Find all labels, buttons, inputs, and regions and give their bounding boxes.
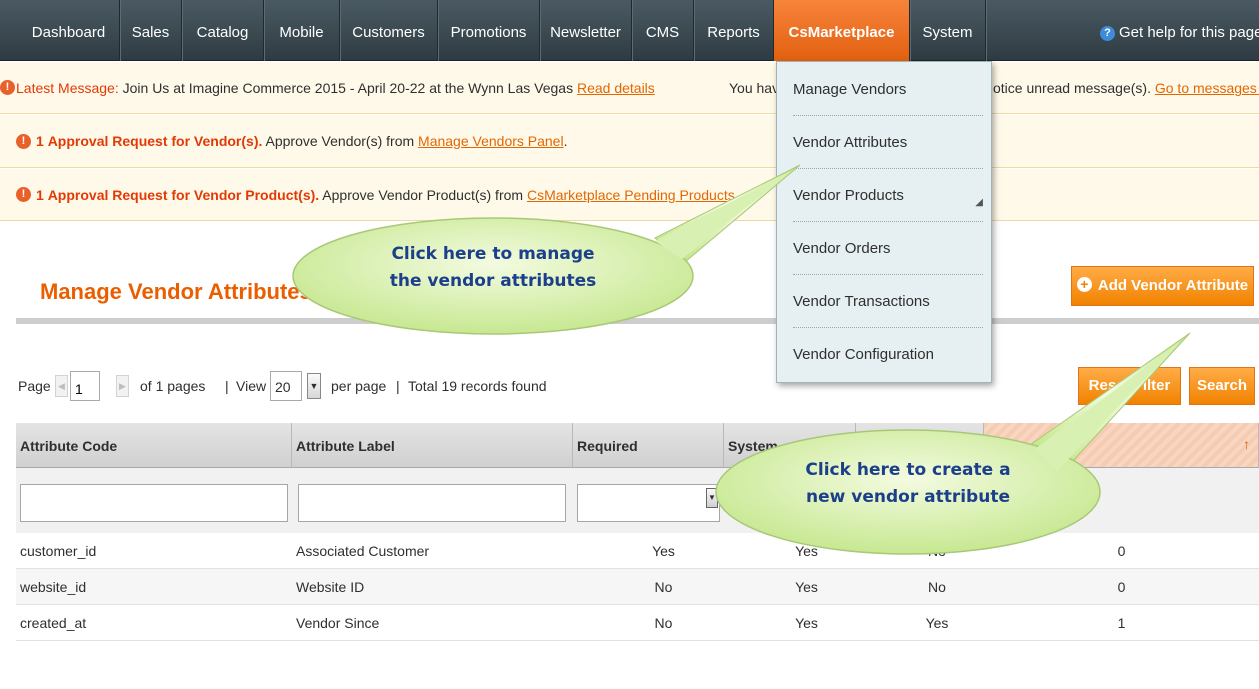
total-records-text: Total 19 records found [408,378,547,394]
notice-unread-text: otice unread message(s). [993,80,1151,96]
top-navigation: Dashboard Sales Catalog Mobile Customers… [0,0,1259,61]
menu-vendor-transactions[interactable]: Vendor Transactions [793,276,983,328]
reset-filter-button[interactable]: Reset Filter [1078,367,1181,405]
table-cell: created_at [20,615,87,631]
nav-sales[interactable]: Sales [120,0,182,61]
unread-notice-tail: otice unread message(s). Go to messages … [993,62,1259,113]
callout-manage-line-2: the vendor attributes [389,271,597,291]
nav-csmarketplace[interactable]: CsMarketplace [774,0,910,61]
callout-create-text: Click here to create a new vendor attrib… [758,457,1058,511]
nav-catalog[interactable]: Catalog [182,0,264,61]
table-cell: customer_id [20,543,97,559]
latest-message-label: Latest Message: [16,80,119,96]
nav-system[interactable]: System [910,0,986,61]
nav-promotions[interactable]: Promotions [438,0,540,61]
chevron-down-icon[interactable]: ▼ [307,373,321,399]
table-cell: 1 [1117,615,1126,631]
column-header-attribute-code[interactable]: Attribute Code [16,423,292,468]
table-cell: Vendor Since [296,615,380,631]
help-icon: ? [1100,26,1115,41]
add-vendor-attribute-button[interactable]: + Add Vendor Attribute [1071,266,1254,306]
callout-create-line-1: Click here to create a [805,460,1011,480]
read-details-link[interactable]: Read details [577,80,655,96]
submenu-arrow-icon: ◢ [975,197,983,208]
nav-mobile[interactable]: Mobile [264,0,340,61]
menu-manage-vendors[interactable]: Manage Vendors [793,64,983,116]
vendor-approval-bar: ! 1 Approval Request for Vendor(s). Appr… [0,115,1259,168]
help-link[interactable]: ? Get help for this page [1100,0,1259,61]
sort-arrow-icon: ↑ [1243,436,1250,452]
page-title: Manage Vendor Attributes [40,279,312,304]
product-approval-bar: ! 1 Approval Request for Vendor Product(… [0,169,1259,221]
product-approval-text: Approve Vendor Product(s) from [322,187,524,203]
nav-newsletter[interactable]: Newsletter [540,0,632,61]
column-header-required[interactable]: Required [573,423,724,468]
header-divider [16,318,1259,324]
filter-row: ▼ [16,468,1259,533]
menu-vendor-configuration[interactable]: Vendor Configuration [793,329,983,381]
add-vendor-attribute-label: Add Vendor Attribute [1097,277,1249,294]
per-page-label: per page [331,378,387,394]
latest-message-text: Join Us at Imagine Commerce 2015 - April… [122,80,574,96]
prev-page-arrow-icon[interactable]: ◀ [55,375,68,397]
table-cell: website_id [20,579,87,595]
warning-icon: ! [16,133,31,149]
column-header-attribute-label[interactable]: Attribute Label [292,423,573,468]
warning-icon: ! [16,187,31,202]
warning-icon: ! [0,80,15,95]
page-label: Page [18,378,51,394]
latest-message-bar: ! Latest Message: Join Us at Imagine Com… [0,62,1259,114]
menu-vendor-orders[interactable]: Vendor Orders [793,223,983,275]
menu-vendor-products[interactable]: Vendor Products [793,170,983,222]
attribute-label-filter[interactable] [298,484,566,522]
required-filter-select[interactable] [577,484,720,522]
nav-dashboard[interactable]: Dashboard [18,0,120,61]
view-label: View [236,378,267,394]
messages-inbox-link[interactable]: Go to messages inbox [1155,80,1259,96]
vendor-approval-text: Approve Vendor(s) from [265,133,415,149]
chevron-down-icon[interactable]: ▼ [706,488,718,508]
table-cell: 0 [1117,543,1126,559]
vendor-approval-label: Approval Request for Vendor(s). [47,133,263,149]
product-approval-label: Approval Request for Vendor Product(s). [47,187,320,203]
help-label: Get help for this page [1119,24,1259,41]
product-approval-count: 1 [36,187,44,203]
attribute-code-filter[interactable] [20,484,288,522]
table-row[interactable]: website_id Website ID No Yes No 0 [16,569,1259,605]
manage-vendors-panel-link[interactable]: Manage Vendors Panel [418,133,564,149]
table-row[interactable]: created_at Vendor Since No Yes Yes 1 [16,605,1259,641]
pager-divider: | [225,378,229,394]
table-cell: Associated Customer [296,543,430,559]
vendor-approval-count: 1 [36,133,44,149]
callout-manage-text: Click here to manage the vendor attribut… [343,241,643,295]
search-button[interactable]: Search [1189,367,1255,405]
next-page-arrow-icon[interactable]: ▶ [116,375,129,397]
table-cell: 0 [1117,579,1126,595]
pending-products-link[interactable]: CsMarketplace Pending Products [527,187,735,203]
nav-reports[interactable]: Reports [694,0,774,61]
of-pages-text: of 1 pages [140,378,206,394]
menu-vendor-attributes[interactable]: Vendor Attributes [793,117,983,169]
vendor-approval-message: ! 1 Approval Request for Vendor(s). Appr… [16,115,567,167]
per-page-select[interactable]: 20 [270,371,302,401]
callout-manage-line-1: Click here to manage [391,244,595,264]
table-row[interactable]: customer_id Associated Customer Yes Yes No 0 [16,533,1259,569]
table-cell: Website ID [296,579,365,595]
callout-create-line-2: new vendor attribute [806,487,1010,507]
nav-cms[interactable]: CMS [632,0,694,61]
csmarketplace-dropdown: Manage Vendors Vendor Attributes Vendor … [776,61,992,383]
latest-message: ! Latest Message: Join Us at Imagine Com… [0,62,655,113]
product-approval-message: ! 1 Approval Request for Vendor Product(… [16,169,739,220]
pager-divider: | [396,378,400,394]
plus-icon: + [1076,277,1092,292]
page-number-input[interactable] [70,371,100,401]
nav-customers[interactable]: Customers [340,0,438,61]
